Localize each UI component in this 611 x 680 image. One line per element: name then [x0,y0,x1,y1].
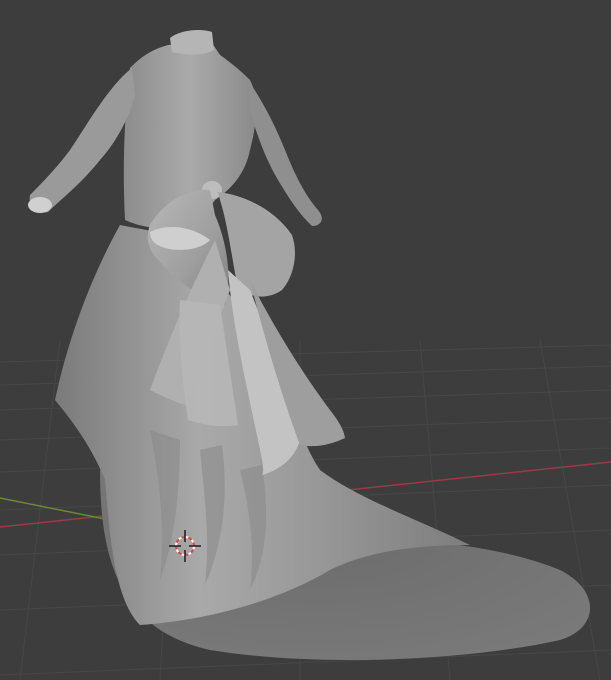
sleeve-left-cuff [28,197,52,213]
dress-collar [170,30,214,55]
dress-sleeve-left [29,68,136,213]
viewport-3d[interactable] [0,0,611,680]
dress-sleeve-right [248,80,322,226]
viewport-canvas[interactable] [0,0,611,680]
